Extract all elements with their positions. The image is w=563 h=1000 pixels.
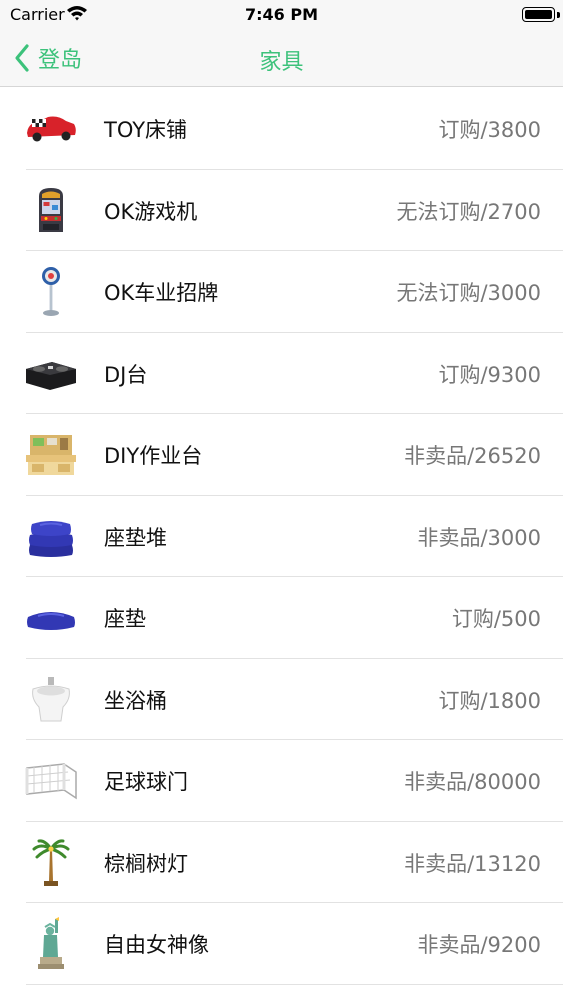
item-name: 座垫堆 [104,525,167,550]
item-price: 订购/9300 [438,362,541,387]
statue-of-liberty-icon [24,917,78,971]
item-price: 非卖品/9200 [417,933,541,957]
item-price: 订购/500 [451,607,541,631]
list-item[interactable]: 足球球门 非卖品/80000 [0,740,563,822]
list-item[interactable]: 座垫堆 非卖品/3000 [0,496,563,578]
list-item[interactable]: 座垫 订购/500 [0,577,563,659]
palm-tree-lamp-icon [24,836,78,890]
item-name: 棕榈树灯 [104,851,188,876]
item-price: 订购/1800 [438,688,541,713]
list-item[interactable]: 坐浴桶 订购/1800 [0,659,563,741]
bidet-icon [24,673,78,727]
item-name: TOY床铺 [104,118,188,142]
battery-icon [522,7,555,22]
navigation-bar: 登岛 家具 [0,30,563,87]
clock-time: 7:46 PM [244,5,318,24]
soccer-goal-icon [24,754,78,808]
item-price: 非卖品/3000 [417,525,541,550]
diy-workbench-icon [24,428,78,482]
item-price: 无法订购/3000 [396,281,541,305]
toy-car-bed-icon [24,102,78,156]
item-name: OK游戏机 [104,199,198,224]
item-name: 坐浴桶 [104,688,167,713]
arcade-machine-icon [24,184,78,238]
list-item[interactable]: TOY床铺 订购/3800 [0,88,563,170]
item-name: OK车业招牌 [104,281,219,305]
list-item[interactable]: 自由女神像 非卖品/9200 [0,903,563,985]
cushion-icon [24,591,78,645]
item-price: 非卖品/80000 [404,770,541,794]
cushion-stack-icon [24,510,78,564]
item-name: DIY作业台 [104,444,203,468]
list-item[interactable]: OK车业招牌 无法订购/3000 [0,251,563,333]
page-title: 家具 [259,50,304,75]
item-name: 座垫 [104,607,146,631]
item-price: 非卖品/13120 [404,851,541,876]
dj-booth-icon [24,347,78,401]
item-name: 足球球门 [104,770,188,794]
item-name: DJ台 [104,362,148,387]
shop-sign-icon [24,265,78,319]
item-price: 无法订购/2700 [396,199,541,224]
list-item[interactable]: DJ台 订购/9300 [0,333,563,415]
battery-tip [557,12,560,18]
list-item[interactable]: 棕榈树灯 非卖品/13120 [0,822,563,904]
item-price: 订购/3800 [438,118,541,142]
list-item[interactable]: OK游戏机 无法订购/2700 [0,170,563,252]
item-name: 自由女神像 [104,933,209,957]
status-bar: Carrier 7:46 PM [0,0,563,30]
furniture-list: TOY床铺 订购/3800 OK游戏机 无法订购/2700 OK车业招牌 无法订… [0,88,563,985]
list-item[interactable]: DIY作业台 非卖品/26520 [0,414,563,496]
item-price: 非卖品/26520 [404,444,541,468]
